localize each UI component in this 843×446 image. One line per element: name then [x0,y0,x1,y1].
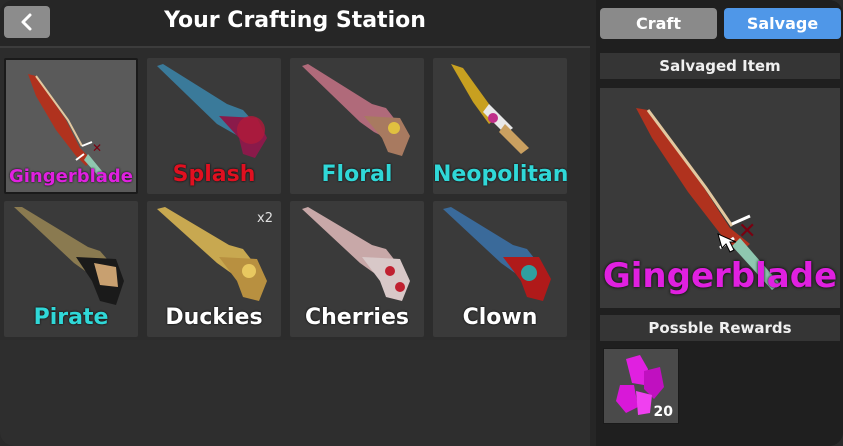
rewards-header: Possble Rewards [600,315,840,341]
top-bar: Your Crafting Station [0,0,590,46]
reward-count: 20 [653,404,673,420]
quantity-badge: x2 [257,211,273,226]
svg-text:✕: ✕ [738,219,756,244]
salvage-panel: Craft Salvage Salvaged Item ✕ Gingerblad… [596,0,843,446]
reward-slot[interactable]: 20 [603,348,679,424]
tab-salvage[interactable]: Salvage [724,8,841,39]
item-label: Splash [172,162,256,187]
salvaged-item-header: Salvaged Item [600,53,840,79]
salvaged-item-name: Gingerblade [602,256,838,296]
item-tile-cherries[interactable]: Cherries [290,201,424,337]
inventory-panel: Your Crafting Station ✕ Gingerblade Spla… [0,0,590,446]
item-tile-pirate[interactable]: Pirate [4,201,138,337]
item-label: Clown [462,305,538,330]
page-title: Your Crafting Station [164,8,426,33]
item-label: Gingerblade [8,166,134,187]
item-tile-gingerblade[interactable]: ✕ Gingerblade [4,58,138,194]
empty-inventory-area [0,340,590,446]
item-label: Neopolitan [433,162,567,187]
salvaged-item-preview: ✕ Gingerblade [600,88,840,308]
item-tile-splash[interactable]: Splash [147,58,281,194]
tab-craft[interactable]: Craft [600,8,717,39]
item-tile-duckies[interactable]: x2 Duckies [147,201,281,337]
item-label: Pirate [33,305,109,330]
item-tile-floral[interactable]: Floral [290,58,424,194]
divider [0,46,590,48]
svg-text:✕: ✕ [92,141,102,155]
crafting-station-window: Your Crafting Station ✕ Gingerblade Spla… [0,0,843,446]
item-label: Floral [321,162,393,187]
item-tile-clown[interactable]: Clown [433,201,567,337]
item-tile-neopolitan[interactable]: Neopolitan [433,58,567,194]
item-label: Duckies [165,305,263,330]
item-label: Cherries [305,305,409,330]
